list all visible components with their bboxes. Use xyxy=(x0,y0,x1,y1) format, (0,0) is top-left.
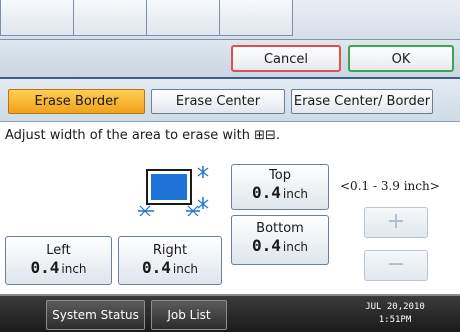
top-tab-strip xyxy=(0,0,460,40)
bottom-label: Bottom xyxy=(256,221,304,236)
right-value: 0.4 inch xyxy=(141,258,199,277)
instruction-text: Adjust width of the area to erase with ⊞… xyxy=(5,128,281,143)
job-list-button[interactable]: Job List xyxy=(151,300,227,330)
system-status-button[interactable]: System Status xyxy=(46,300,145,330)
bottom-value-button[interactable]: Bottom 0.4 inch xyxy=(231,215,329,265)
left-value: 0.4 inch xyxy=(30,258,87,277)
top-tab-2[interactable] xyxy=(73,0,147,36)
clock-date: JUL 20,2010 xyxy=(365,302,425,312)
increase-button[interactable]: + xyxy=(364,207,428,238)
left-label: Left xyxy=(46,243,71,258)
top-value-button[interactable]: Top 0.4 inch xyxy=(231,164,329,210)
top-tab-4[interactable] xyxy=(219,0,293,36)
top-tab-3[interactable] xyxy=(146,0,220,36)
top-label: Top xyxy=(269,168,291,183)
plus-icon: + xyxy=(386,209,406,234)
minus-icon: − xyxy=(386,252,406,277)
top-tab-1[interactable] xyxy=(0,0,74,36)
range-hint: <0.1 - 3.9 inch> xyxy=(340,179,440,193)
cancel-button[interactable]: Cancel xyxy=(231,45,341,72)
clock-time: 1:51PM xyxy=(378,315,412,325)
tab-erase-border[interactable]: Erase Border xyxy=(8,89,145,114)
bottom-value: 0.4 inch xyxy=(251,236,309,255)
status-bar: System Status Job List JUL 20,2010 1:51P… xyxy=(0,294,460,332)
right-value-button[interactable]: Right 0.4 inch xyxy=(118,236,222,285)
action-bar: Cancel OK xyxy=(0,40,460,79)
top-value: 0.4 inch xyxy=(251,183,309,202)
tab-erase-center-border[interactable]: Erase Center/ Border xyxy=(291,89,433,114)
right-label: Right xyxy=(152,243,188,258)
tab-erase-center[interactable]: Erase Center xyxy=(151,89,285,114)
ok-button[interactable]: OK xyxy=(348,45,454,72)
erase-border-diagram-icon xyxy=(138,166,209,216)
erase-mode-tabs: Erase Border Erase Center Erase Center/ … xyxy=(0,79,460,122)
left-value-button[interactable]: Left 0.4 inch xyxy=(5,236,112,285)
clock: JUL 20,2010 1:51PM xyxy=(365,301,425,327)
decrease-button[interactable]: − xyxy=(364,250,428,281)
